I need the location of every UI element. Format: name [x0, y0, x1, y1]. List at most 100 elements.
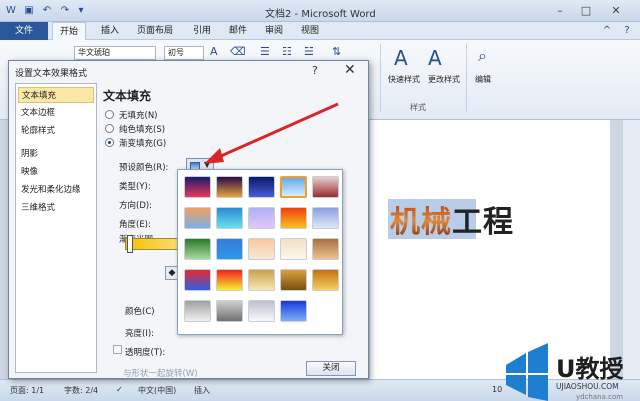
gradient-preset-7[interactable]: [216, 207, 243, 229]
font-name-select[interactable]: 华文琥珀: [74, 46, 156, 60]
gradient-preset-23[interactable]: [248, 300, 275, 322]
change-styles-button[interactable]: 更改样式: [422, 74, 466, 85]
quick-styles-icon[interactable]: A: [394, 46, 408, 70]
nav-3d-format[interactable]: 三维格式: [18, 200, 94, 216]
nav-text-outline[interactable]: 文本边框: [18, 105, 94, 121]
gradient-preset-3[interactable]: [248, 176, 275, 198]
direction-label: 方向(D):: [119, 201, 153, 211]
gradient-preset-6[interactable]: [184, 207, 211, 229]
maximize-button[interactable]: □: [574, 3, 598, 19]
tab-home[interactable]: 开始: [52, 22, 87, 40]
numbering-icon[interactable]: ☷: [282, 45, 292, 58]
no-fill-label: 无填充(N): [119, 111, 158, 121]
rotate-with-shape-checkbox[interactable]: [113, 345, 122, 354]
customize-toolbar-icon[interactable]: ▾: [74, 4, 88, 18]
gradient-preset-16[interactable]: [184, 269, 211, 291]
help-icon[interactable]: ?: [620, 24, 634, 38]
window-title: 文档2 - Microsoft Word: [265, 9, 376, 20]
svg-text:UJIAOSHOU.COM: UJIAOSHOU.COM: [556, 382, 619, 391]
quick-styles-button[interactable]: 快速样式: [382, 74, 426, 85]
find-icon[interactable]: ⌕: [478, 46, 487, 66]
close-window-button[interactable]: ✕: [604, 3, 628, 19]
grow-font-icon[interactable]: A: [210, 45, 218, 58]
doc-char-3: 工: [452, 205, 483, 240]
title-bar: W ▣ ↶ ↷ ▾ 文档2 - Microsoft Word – □ ✕: [0, 0, 640, 22]
radio-no-fill[interactable]: [105, 110, 114, 119]
gradient-preset-21[interactable]: [184, 300, 211, 322]
nav-glow-soft-edges[interactable]: 发光和柔化边缘: [18, 182, 94, 198]
gradient-preset-17[interactable]: [216, 269, 243, 291]
sort-icon[interactable]: ⇅: [332, 45, 341, 58]
tab-file[interactable]: 文件: [0, 22, 48, 40]
nav-outline-style[interactable]: 轮廓样式: [18, 123, 94, 139]
gradient-preset-19[interactable]: [280, 269, 307, 291]
gradient-preset-9[interactable]: [280, 207, 307, 229]
gradient-preset-24[interactable]: [280, 300, 307, 322]
status-words[interactable]: 字数: 2/4: [64, 385, 98, 396]
gradient-preset-12[interactable]: [216, 238, 243, 260]
multilevel-list-icon[interactable]: ☱: [304, 45, 314, 58]
doc-char-4: 程: [483, 205, 514, 240]
gradient-stop-handle[interactable]: [127, 235, 133, 253]
radio-solid-fill[interactable]: [105, 124, 114, 133]
nav-text-fill[interactable]: 文本填充: [18, 87, 94, 103]
save-icon[interactable]: ▣: [22, 4, 36, 18]
type-label: 类型(Y):: [119, 182, 151, 192]
tab-review[interactable]: 审阅: [258, 22, 290, 40]
gradient-preset-18[interactable]: [248, 269, 275, 291]
status-mode[interactable]: 插入: [194, 385, 210, 396]
nav-reflection[interactable]: 映像: [18, 164, 94, 180]
gradient-preset-5[interactable]: [312, 176, 339, 198]
document-text[interactable]: 机械工程: [390, 197, 514, 241]
svg-text:U教授: U教授: [556, 355, 624, 383]
svg-text:ydchana.com: ydchana.com: [576, 393, 623, 401]
gradient-preset-10[interactable]: [312, 207, 339, 229]
gradient-preset-8[interactable]: [248, 207, 275, 229]
radio-gradient-fill[interactable]: [105, 138, 114, 147]
proofing-icon[interactable]: ✓: [116, 385, 123, 394]
tab-insert[interactable]: 插入: [94, 22, 126, 40]
status-language[interactable]: 中文(中国): [138, 385, 176, 396]
tab-references[interactable]: 引用: [186, 22, 218, 40]
doc-char-1: 机: [390, 205, 421, 240]
styles-group-label: 样式: [410, 103, 426, 112]
gradient-preset-11[interactable]: [184, 238, 211, 260]
word-app-icon[interactable]: W: [4, 4, 18, 18]
close-button[interactable]: 关闭: [306, 361, 356, 376]
dialog-nav: 文本填充 文本边框 轮廓样式 阴影 映像 发光和柔化边缘 三维格式: [15, 83, 97, 373]
undo-icon[interactable]: ↶: [40, 4, 54, 18]
status-page[interactable]: 页面: 1/1: [10, 385, 44, 396]
angle-label: 角度(E):: [119, 220, 151, 230]
preset-gradient-gallery: [177, 169, 343, 335]
gradient-preset-14[interactable]: [280, 238, 307, 260]
u-jiaoshou-logo: U教授 UJIAOSHOU.COM ydchana.com: [506, 343, 624, 401]
font-size-select[interactable]: 初号: [164, 46, 204, 60]
gradient-preset-20[interactable]: [312, 269, 339, 291]
nav-shadow[interactable]: 阴影: [18, 146, 94, 162]
brightness-label: 亮度(I):: [125, 329, 155, 339]
minimize-ribbon-icon[interactable]: ^: [600, 24, 614, 38]
change-styles-icon[interactable]: A: [428, 46, 442, 70]
ribbon-tabs: 文件 开始 插入 页面布局 引用 邮件 审阅 视图 ^ ?: [0, 22, 640, 40]
gradient-preset-15[interactable]: [312, 238, 339, 260]
tab-view[interactable]: 视图: [294, 22, 326, 40]
gradient-preset-22[interactable]: [216, 300, 243, 322]
tab-mailings[interactable]: 邮件: [222, 22, 254, 40]
edit-button[interactable]: 编辑: [468, 74, 498, 85]
dialog-title: 设置文本效果格式: [15, 69, 88, 79]
gradient-preset-2[interactable]: [216, 176, 243, 198]
dialog-close-icon[interactable]: ✕: [344, 62, 356, 78]
doc-char-2: 械: [421, 205, 452, 240]
minimize-button[interactable]: –: [548, 3, 572, 19]
vertical-scrollbar[interactable]: [622, 120, 640, 379]
gradient-preset-1[interactable]: [184, 176, 211, 198]
dialog-help-button[interactable]: ?: [312, 64, 318, 77]
clear-format-icon[interactable]: ⌫: [230, 45, 246, 58]
bullets-icon[interactable]: ☰: [260, 45, 270, 58]
gradient-preset-4[interactable]: [280, 176, 307, 198]
color-label: 颜色(C): [125, 307, 155, 317]
tab-page-layout[interactable]: 页面布局: [130, 22, 180, 40]
redo-icon[interactable]: ↷: [58, 4, 72, 18]
gradient-stops-bar[interactable]: [125, 238, 185, 250]
gradient-preset-13[interactable]: [248, 238, 275, 260]
